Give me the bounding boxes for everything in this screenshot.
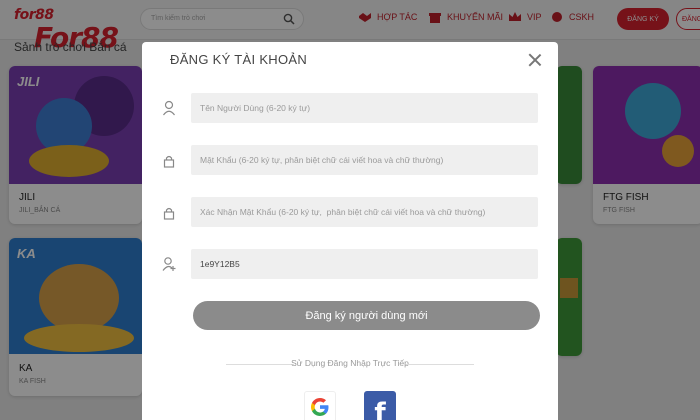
facebook-icon: f (374, 398, 386, 420)
google-icon (311, 398, 329, 416)
confirm-password-field[interactable] (191, 197, 538, 227)
username-field[interactable] (191, 93, 538, 123)
modal-title: ĐĂNG KÝ TÀI KHOẢN (170, 52, 308, 67)
close-icon[interactable] (528, 53, 542, 67)
password-field[interactable] (191, 145, 538, 175)
user-icon (163, 100, 175, 116)
google-login-button[interactable] (304, 391, 336, 420)
divider-right (406, 364, 474, 365)
facebook-login-button[interactable]: f (364, 391, 396, 420)
referral-code-field[interactable] (191, 249, 538, 279)
lock-icon (163, 207, 175, 220)
lock-icon (163, 155, 175, 168)
register-new-user-button[interactable]: Đăng ký người dùng mới (193, 301, 540, 330)
register-modal: ĐĂNG KÝ TÀI KHOẢN Đăng ký người dùng mới… (142, 42, 558, 420)
direct-login-label: Sử Dụng Đăng Nhập Trực Tiếp (291, 358, 409, 368)
add-user-icon (162, 257, 176, 271)
